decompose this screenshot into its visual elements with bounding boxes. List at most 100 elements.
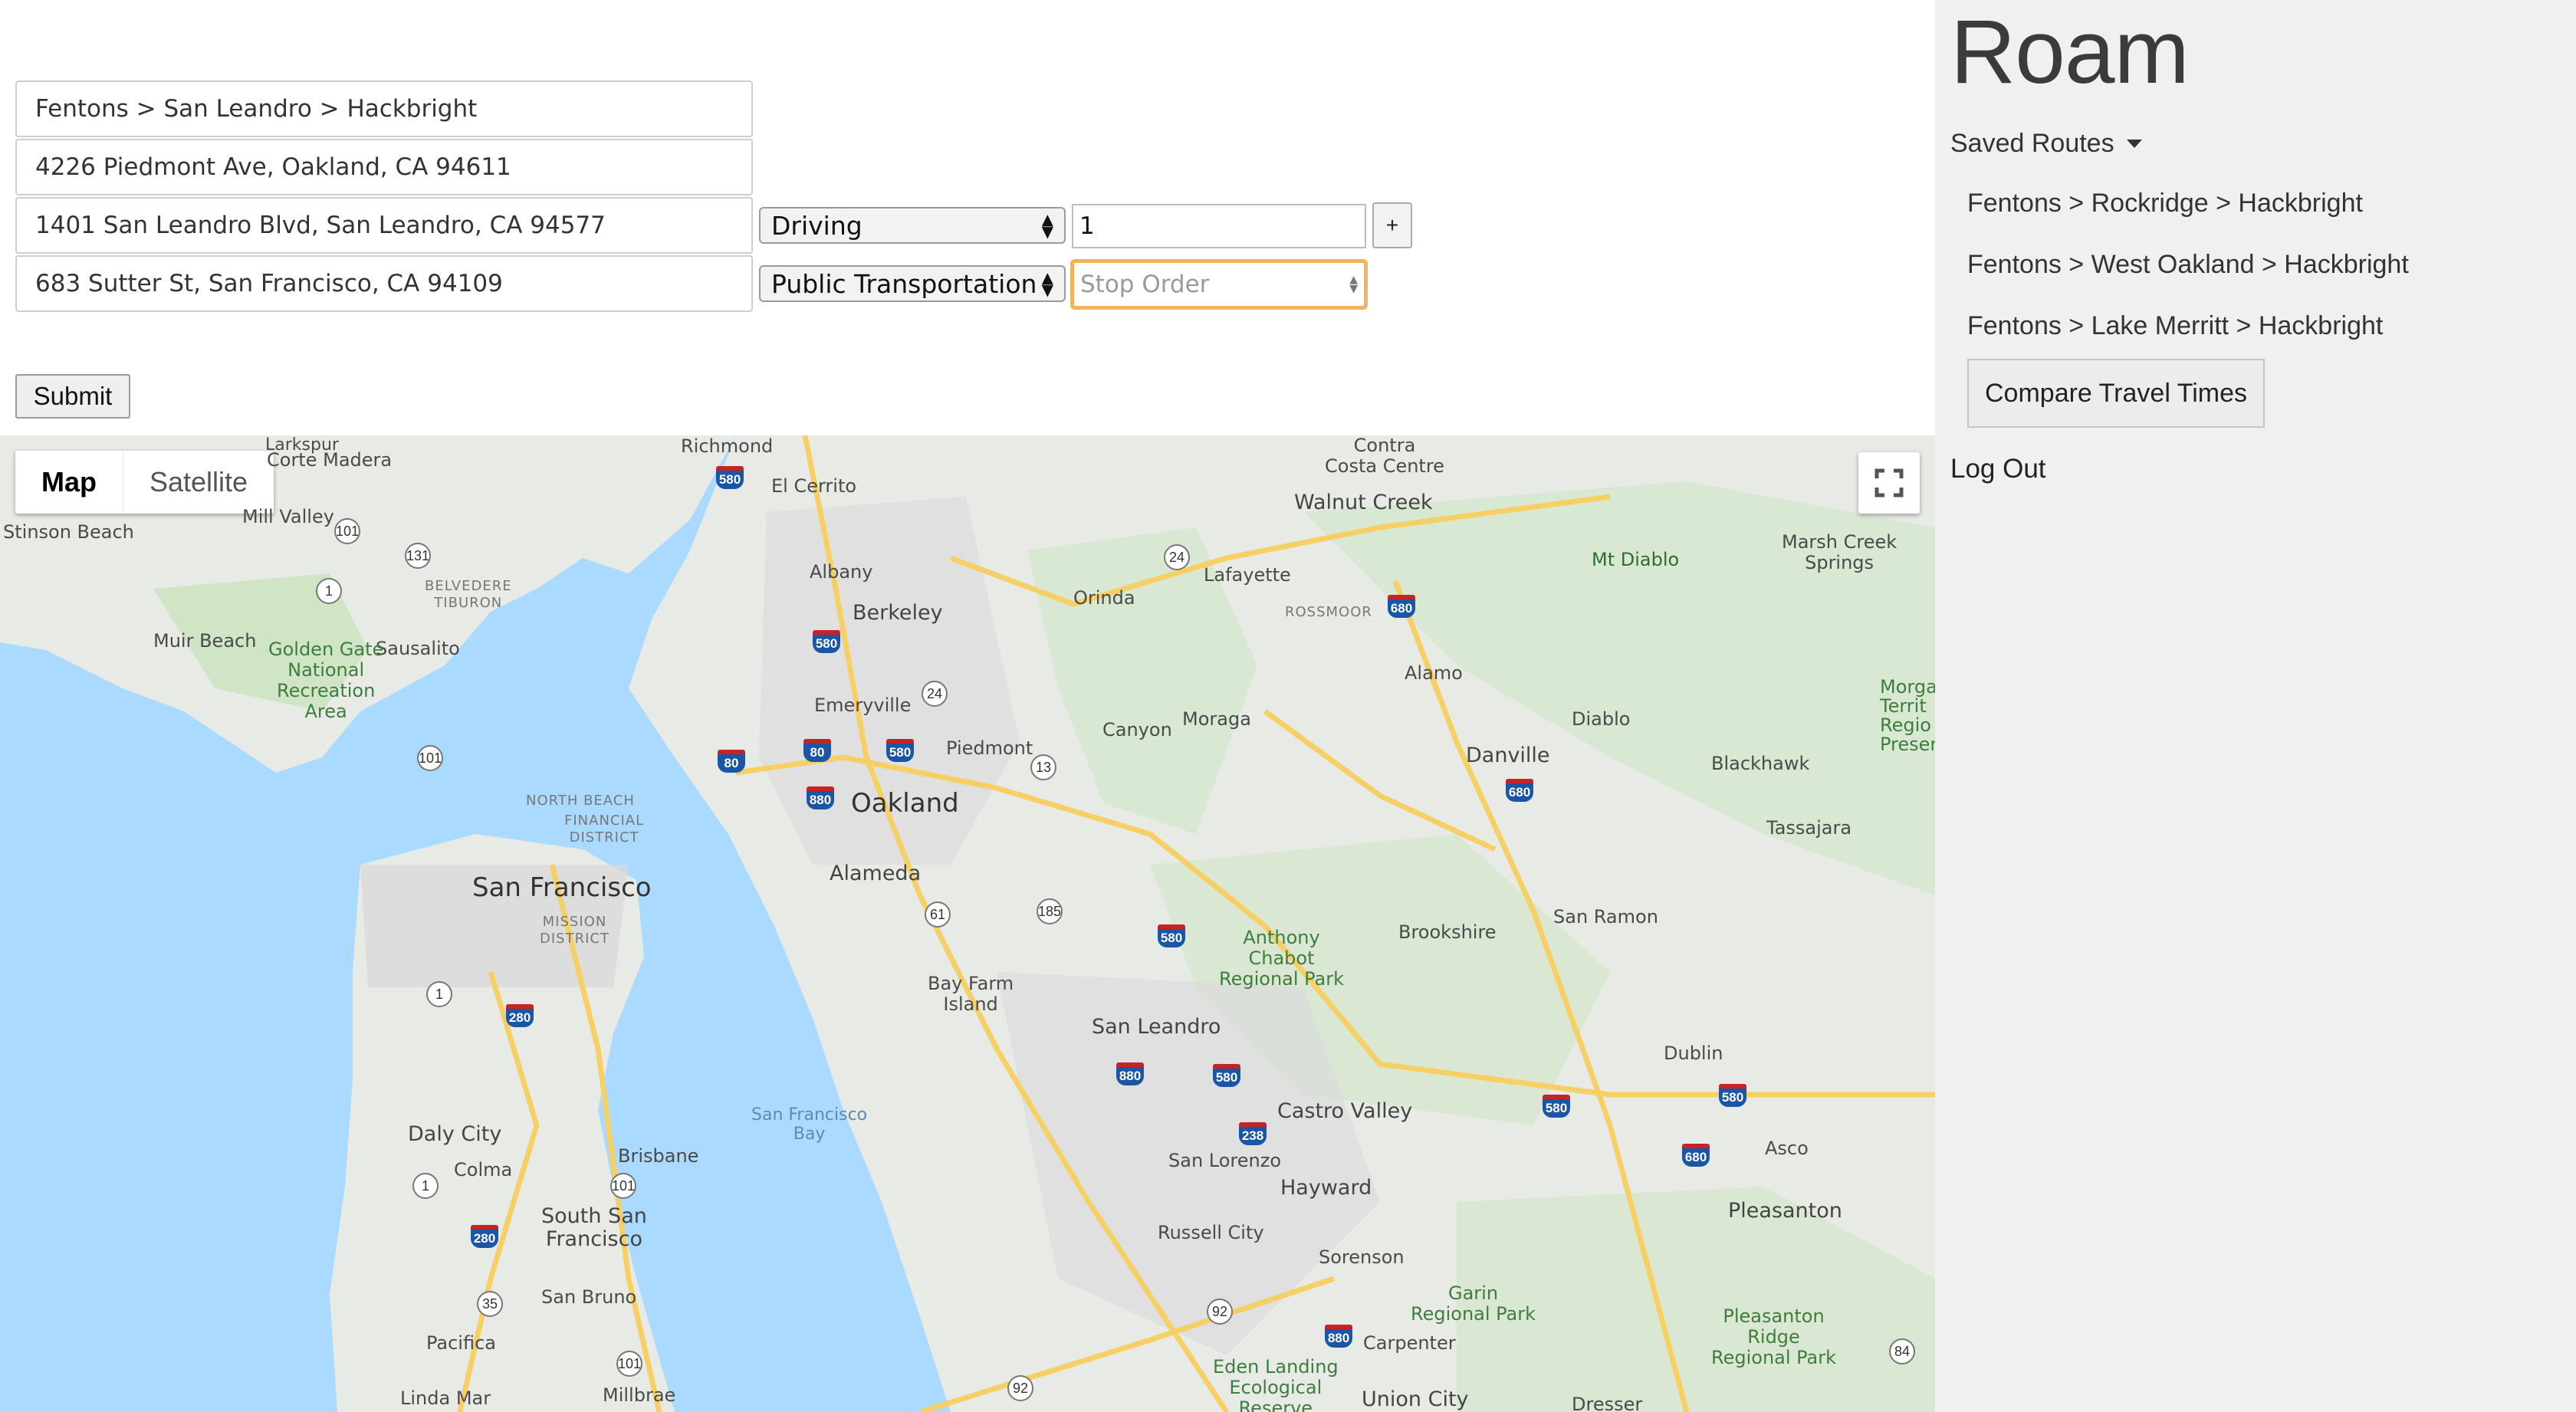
- route-marker-icon: 35: [477, 1291, 503, 1317]
- submit-button[interactable]: Submit: [15, 374, 130, 419]
- route-marker-icon: 24: [1164, 544, 1190, 570]
- route-marker-icon: 24: [922, 681, 948, 707]
- map-label: Orinda: [1073, 587, 1135, 609]
- route-marker-icon: 101: [610, 1173, 636, 1199]
- map-label: Golden Gate National Recreation Area: [268, 639, 384, 722]
- map-label: Millbrae: [603, 1384, 676, 1406]
- map-label: Moraga: [1182, 708, 1251, 730]
- destination-mode-select[interactable]: Public Transportation ▲ ▼: [759, 265, 1066, 302]
- route-marker-icon: 131: [405, 543, 431, 569]
- map-label: BELVEDERE TIBURON: [425, 578, 512, 611]
- route-marker-icon: 92: [1207, 1299, 1233, 1325]
- fullscreen-icon: [1875, 468, 1904, 497]
- interstate-shield-icon: 680: [1682, 1144, 1710, 1167]
- route-marker-icon: 1: [316, 578, 342, 604]
- interstate-shield-icon: 580: [1719, 1084, 1746, 1107]
- map-label: Albany: [810, 561, 873, 583]
- map-label: Emeryville: [814, 695, 912, 716]
- map-label: ROSSMOOR: [1285, 604, 1372, 620]
- route-marker-icon: 1: [426, 981, 452, 1007]
- map-label: Colma: [454, 1159, 513, 1180]
- map-label: Contra Costa Centre: [1325, 435, 1444, 477]
- route-marker-icon: 1: [412, 1173, 439, 1199]
- map-type-satellite-button[interactable]: Satellite: [123, 451, 274, 514]
- sidebar: Roam Saved Routes Fentons > Rockridge > …: [1935, 0, 2576, 1412]
- map-label: Richmond: [681, 435, 774, 457]
- select-arrows-icon: ▲ ▼: [1041, 210, 1053, 241]
- map-label: Morga Territ Regio Preser: [1880, 676, 1935, 755]
- map-label: MISSION DISTRICT: [540, 914, 610, 947]
- map-label: Union City: [1362, 1387, 1469, 1411]
- map-label: Russell City: [1158, 1222, 1264, 1243]
- map-label: Diablo: [1572, 708, 1631, 730]
- route-marker-icon: 13: [1030, 754, 1056, 780]
- compare-travel-times-button[interactable]: Compare Travel Times: [1967, 359, 2265, 428]
- map-label: Mill Valley: [242, 506, 334, 527]
- fullscreen-button[interactable]: [1858, 452, 1920, 514]
- stop-order-input[interactable]: 1: [1072, 204, 1366, 248]
- map-label: Garin Regional Park: [1411, 1282, 1536, 1325]
- saved-route-item[interactable]: Fentons > Lake Merritt > Hackbright: [1967, 311, 2383, 341]
- map-label: Berkeley: [853, 601, 943, 625]
- map-label: Danville: [1466, 744, 1550, 767]
- map-label: Carpenter: [1363, 1332, 1456, 1354]
- map-label: Brisbane: [618, 1145, 699, 1167]
- caret-down-icon: [2126, 140, 2142, 148]
- stop-mode-value: Driving: [771, 210, 863, 241]
- map-label: San Bruno: [541, 1286, 637, 1308]
- start-address-input[interactable]: 4226 Piedmont Ave, Oakland, CA 94611: [15, 139, 753, 195]
- map-label: Pleasanton: [1728, 1199, 1842, 1223]
- stop-address-input[interactable]: 1401 San Leandro Blvd, San Leandro, CA 9…: [15, 197, 753, 254]
- interstate-shield-icon: 80: [803, 739, 831, 762]
- map-label: San Francisco: [472, 872, 652, 903]
- saved-route-item[interactable]: Fentons > West Oakland > Hackbright: [1967, 250, 2409, 280]
- interstate-shield-icon: 580: [813, 630, 840, 653]
- map-label: San Ramon: [1553, 906, 1658, 928]
- map-label: Alamo: [1405, 662, 1463, 684]
- map-view[interactable]: Map Satellite Larkspur Richmond El Cerri…: [0, 435, 1935, 1412]
- map-label: Oakland: [851, 788, 959, 819]
- map-label: Dublin: [1664, 1043, 1723, 1064]
- route-marker-icon: 92: [1007, 1375, 1033, 1401]
- route-marker-icon: 101: [417, 745, 443, 771]
- map-label: Eden Landing Ecological Reserve: [1213, 1356, 1339, 1412]
- map-label: Dresser: [1572, 1394, 1643, 1412]
- map-type-map-button[interactable]: Map: [15, 451, 123, 514]
- interstate-shield-icon: 580: [716, 466, 744, 489]
- map-label: Muir Beach: [153, 630, 257, 652]
- map-label: Pleasanton Ridge Regional Park: [1711, 1305, 1837, 1368]
- saved-route-item[interactable]: Fentons > Rockridge > Hackbright: [1967, 189, 2363, 218]
- map-label: San Leandro: [1092, 1015, 1221, 1039]
- map-label: Anthony Chabot Regional Park: [1219, 927, 1345, 990]
- map-label: Walnut Creek: [1294, 491, 1433, 514]
- interstate-shield-icon: 880: [1116, 1062, 1144, 1085]
- stop-order-value: 1: [1079, 212, 1095, 240]
- route-name-input[interactable]: Fentons > San Leandro > Hackbright: [15, 80, 753, 137]
- map-label: El Cerrito: [771, 475, 857, 497]
- spinner-icon[interactable]: ▲ ▼: [1349, 274, 1358, 294]
- add-stop-button[interactable]: +: [1372, 202, 1412, 248]
- map-label: Lafayette: [1204, 564, 1291, 586]
- map-label: Sausalito: [376, 638, 460, 659]
- map-label: Bay Farm Island: [928, 973, 1014, 1015]
- map-label: Marsh Creek Springs: [1782, 531, 1898, 573]
- map-label: Linda Mar: [400, 1387, 491, 1409]
- map-label: Canyon: [1102, 719, 1172, 740]
- map-label: FINANCIAL DISTRICT: [564, 813, 645, 846]
- destination-order-input[interactable]: Stop Order ▲ ▼: [1070, 259, 1368, 310]
- destination-address-input[interactable]: 683 Sutter St, San Francisco, CA 94109: [15, 255, 753, 312]
- stop-mode-select[interactable]: Driving ▲ ▼: [759, 207, 1066, 244]
- map-type-control: Map Satellite: [15, 451, 274, 514]
- route-marker-icon: 101: [334, 518, 360, 544]
- route-marker-icon: 185: [1037, 898, 1063, 924]
- interstate-shield-icon: 880: [807, 786, 834, 809]
- route-marker-icon: 101: [616, 1351, 642, 1377]
- destination-mode-value: Public Transportation: [771, 268, 1037, 299]
- logout-link[interactable]: Log Out: [1950, 454, 2046, 484]
- select-arrows-icon: ▲ ▼: [1041, 268, 1053, 299]
- map-label: Alameda: [830, 862, 922, 885]
- map-label: Hayward: [1280, 1176, 1372, 1200]
- interstate-shield-icon: 280: [506, 1004, 534, 1027]
- saved-routes-dropdown[interactable]: Saved Routes: [1950, 129, 2142, 159]
- interstate-shield-icon: 580: [1543, 1095, 1570, 1118]
